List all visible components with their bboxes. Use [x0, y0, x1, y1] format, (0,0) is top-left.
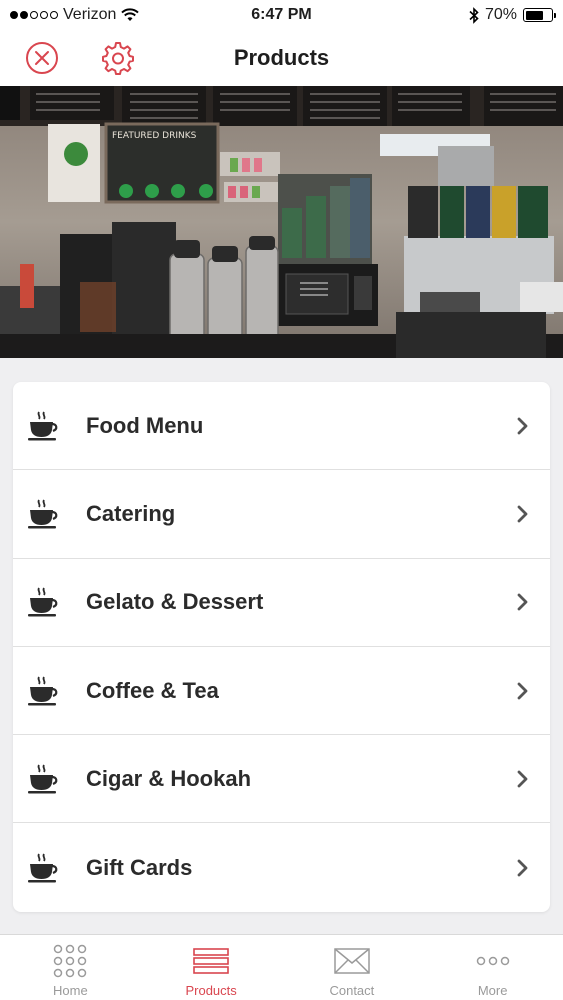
- chevron-right-icon: [516, 592, 530, 612]
- wifi-icon: [121, 8, 140, 21]
- chevron-right-icon: [516, 769, 530, 789]
- products-list: Food Menu Catering Gelato & Dessert Coff…: [13, 382, 550, 912]
- chevron-right-icon: [516, 681, 530, 701]
- menu-item-gift-cards[interactable]: Gift Cards: [13, 823, 550, 911]
- page-title: Products: [233, 45, 330, 70]
- list-icon: [193, 943, 229, 979]
- tab-label: Home: [53, 983, 88, 998]
- close-circle-icon: [26, 42, 58, 74]
- coffee-cup-icon: [26, 409, 62, 443]
- menu-item-cigar-hookah[interactable]: Cigar & Hookah: [13, 735, 550, 824]
- menu-item-label: Cigar & Hookah: [86, 765, 252, 791]
- menu-item-label: Gelato & Dessert: [86, 589, 264, 615]
- close-button[interactable]: [23, 39, 61, 77]
- battery-percent: 70%: [484, 6, 517, 23]
- tab-contact[interactable]: Contact: [282, 935, 423, 1000]
- chevron-right-icon: [516, 858, 530, 878]
- tab-bar: Home Products Contact More: [0, 934, 563, 1000]
- status-left: Verizon: [10, 6, 140, 24]
- battery-icon: [523, 8, 556, 22]
- settings-button[interactable]: [99, 39, 137, 77]
- bluetooth-icon: [469, 6, 479, 24]
- menu-item-label: Catering: [86, 500, 176, 526]
- chevron-right-icon: [516, 504, 530, 524]
- tab-products[interactable]: Products: [141, 935, 282, 1000]
- chevron-right-icon: [516, 416, 530, 436]
- more-dots-icon: [475, 943, 511, 979]
- coffee-cup-icon: [26, 762, 62, 796]
- coffee-cup-icon: [26, 851, 62, 885]
- gear-icon: [102, 42, 134, 75]
- featured-drinks-sign: FEATURED DRINKS: [112, 131, 197, 141]
- grid-dots-icon: [53, 943, 87, 979]
- tab-label: More: [477, 983, 508, 998]
- nav-bar: Products: [0, 30, 563, 86]
- coffee-cup-icon: [26, 497, 62, 531]
- status-bar: Verizon 6:47 PM 70%: [0, 0, 563, 30]
- coffee-cup-icon: [26, 585, 62, 619]
- hero-image: FEATURED DRINKS: [0, 86, 563, 358]
- tab-label: Products: [185, 983, 237, 998]
- tab-home[interactable]: Home: [0, 935, 141, 1000]
- menu-item-coffee-tea[interactable]: Coffee & Tea: [13, 647, 550, 736]
- menu-item-label: Gift Cards: [86, 854, 193, 880]
- signal-strength-icon: [10, 11, 58, 19]
- menu-item-food-menu[interactable]: Food Menu: [13, 382, 550, 471]
- menu-item-catering[interactable]: Catering: [13, 470, 550, 559]
- envelope-icon: [334, 943, 370, 979]
- menu-item-label: Food Menu: [86, 412, 204, 438]
- carrier-name: Verizon: [63, 6, 117, 23]
- coffee-cup-icon: [26, 674, 62, 708]
- menu-item-gelato-dessert[interactable]: Gelato & Dessert: [13, 559, 550, 647]
- menu-item-label: Coffee & Tea: [86, 677, 219, 703]
- tab-more[interactable]: More: [422, 935, 563, 1000]
- cafe-counter-photo: FEATURED DRINKS: [0, 86, 563, 358]
- status-right: 70%: [469, 6, 556, 24]
- tab-label: Contact: [329, 983, 375, 998]
- battery-fill: [525, 10, 543, 20]
